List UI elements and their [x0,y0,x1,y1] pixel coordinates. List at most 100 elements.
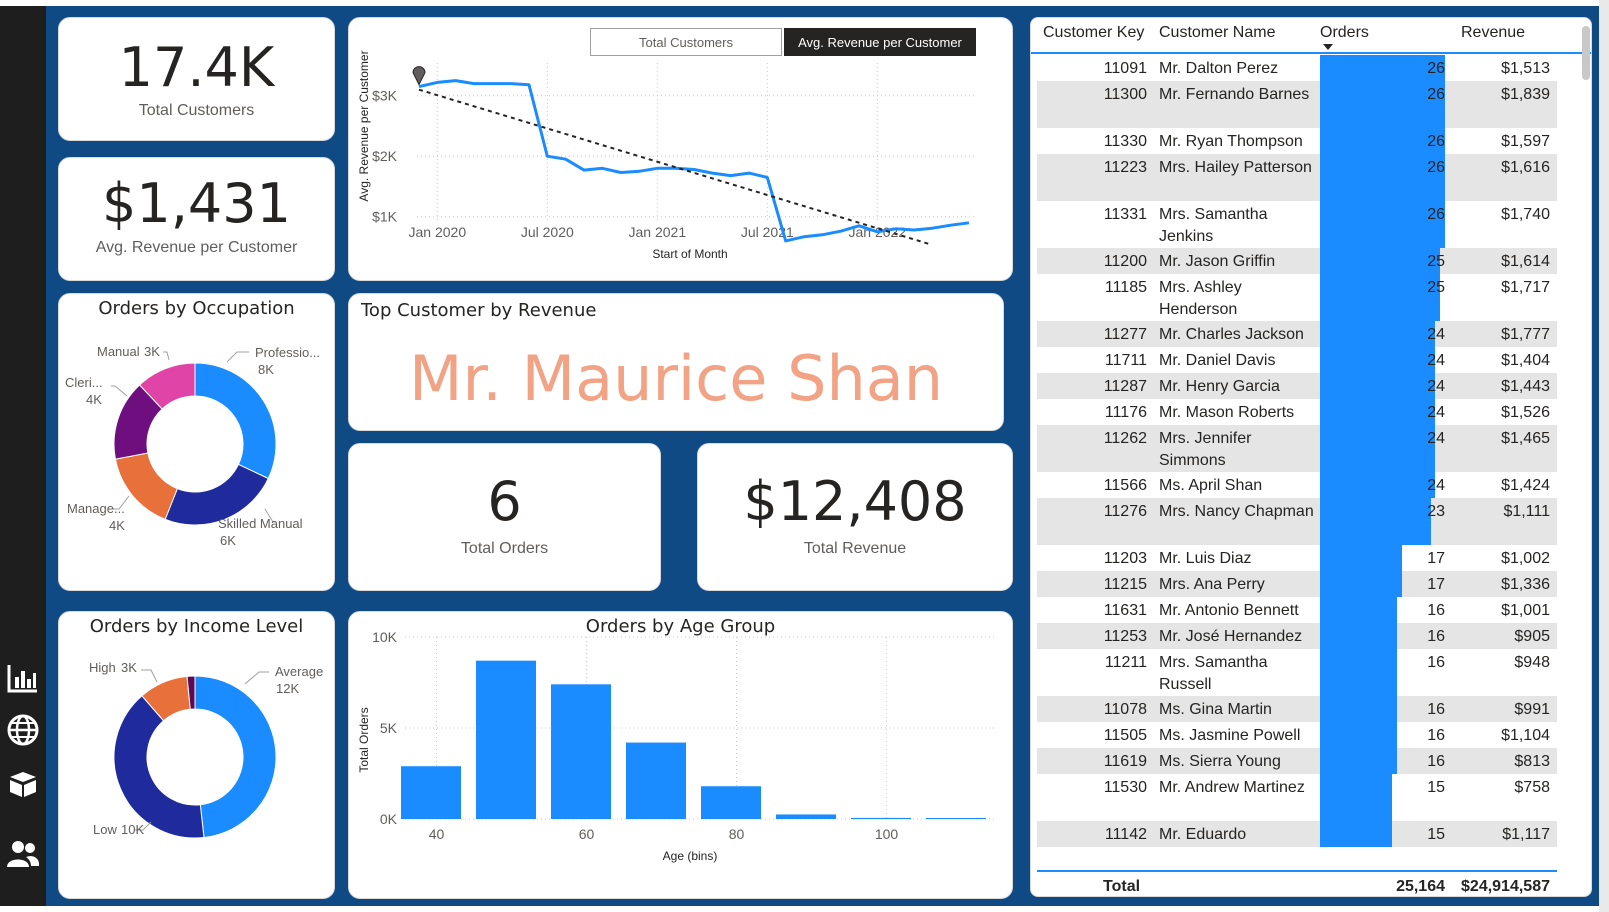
table-row[interactable]: 11530 Mr. Andrew Martinez 15 $758 [1037,774,1557,821]
customer-key-cell: 11078 [1103,701,1147,718]
table-row[interactable]: 11200 Mr. Jason Griffin 25 $1,614 [1037,248,1557,274]
footer-revenue-total: $24,914,587 [1461,878,1550,895]
top-customer-title: Top Customer by Revenue [361,300,597,321]
slice-value: 6K [220,533,236,548]
avg-revenue-value: $1,431 [102,172,291,235]
table-row[interactable]: 11711 Mr. Daniel Davis 24 $1,404 [1037,347,1557,373]
x-tick-label: 80 [729,826,745,842]
total-customers-card[interactable]: 17.4K Total Customers [58,17,335,141]
table-row[interactable]: 11091 Mr. Dalton Perez 26 $1,513 [1037,55,1557,81]
table-row[interactable]: 11211 Mrs. Samantha Russell 16 $948 [1037,649,1557,696]
revenue-cell: $1,614 [1501,253,1550,270]
table-row[interactable]: 11566 Ms. April Shan 24 $1,424 [1037,472,1557,498]
customer-name-cell: Mr. Eduardo [1159,826,1247,843]
donut-slice [194,675,277,839]
orders-cell: 16 [1427,753,1445,770]
age-bar [476,660,536,819]
customer-name-cell: Mr. Antonio Bennett [1159,602,1299,619]
table-row[interactable]: 11505 Ms. Jasmine Powell 16 $1,104 [1037,722,1557,748]
customer-key-cell: 11330 [1103,133,1147,150]
total-orders-card[interactable]: 6 Total Orders [348,443,661,591]
y-axis-title: Avg. Revenue per Customer [357,50,371,201]
orders-cell: 15 [1427,779,1445,796]
age-chart-title: Orders by Age Group [585,616,776,637]
box-icon[interactable] [5,766,41,802]
table-row[interactable]: 11631 Mr. Antonio Bennett 16 $1,001 [1037,597,1557,623]
income-donut-chart[interactable]: Average 12K Low 10K High 3K [59,612,335,899]
table-row[interactable]: 11223 Mrs. Hailey Patterson 26 $1,616 [1037,154,1557,201]
orders-cell: 16 [1427,727,1445,744]
col-revenue[interactable]: Revenue [1461,24,1525,42]
top-strip [0,0,1609,6]
orders-cell: 26 [1427,133,1445,150]
col-orders[interactable]: Orders [1320,24,1369,42]
customer-key-cell: 11200 [1103,253,1147,270]
table-row[interactable]: 11142 Mr. Eduardo 15 $1,117 [1037,821,1557,847]
trend-line [418,88,930,245]
total-revenue-card[interactable]: $12,408 Total Revenue [697,443,1013,591]
customer-key-cell: 11631 [1103,602,1147,619]
table-row[interactable]: 11215 Mrs. Ana Perry 17 $1,336 [1037,571,1557,597]
age-bar [701,786,761,819]
slice-value: 3K [144,344,160,359]
top-customer-name: Mr. Maurice Shan [408,342,944,415]
orders-cell: 24 [1427,477,1445,494]
revenue-trend-card[interactable]: Total Customers Avg. Revenue per Custome… [348,17,1013,281]
table-row[interactable]: 11300 Mr. Fernando Barnes 26 $1,839 [1037,81,1557,128]
right-strip [1599,0,1609,912]
y-tick-label: $2K [372,148,398,164]
orders-cell: 24 [1427,378,1445,395]
revenue-cell: $1,104 [1501,727,1550,744]
customer-name-cell: Mr. Mason Roberts [1159,404,1295,421]
orders-by-income-card[interactable]: Orders by Income Level Average 12K Low 10K H… [58,611,335,899]
toggle-avg-revenue[interactable]: Avg. Revenue per Customer [784,28,976,56]
leader-line [141,669,158,683]
x-tick-label: Jan 2021 [629,224,687,240]
sort-desc-icon[interactable] [1323,44,1333,50]
table-row[interactable]: 11277 Mr. Charles Jackson 24 $1,777 [1037,321,1557,347]
avg-revenue-card[interactable]: $1,431 Avg. Revenue per Customer [58,157,335,281]
top-customer-card[interactable]: Top Customer by Revenue Mr. Maurice Shan [348,293,1004,431]
customer-name-cell: Mr. Andrew Martinez [1159,779,1305,796]
col-customer-name[interactable]: Customer Name [1159,24,1275,42]
occupation-donut-chart[interactable]: Professio... 8K Skilled Manual 6K Manage... 4… [59,294,335,591]
table-row[interactable]: 11276 Mrs. Nancy Chapman 23 $1,111 [1037,498,1557,545]
table-row[interactable]: 11176 Mr. Mason Roberts 24 $1,526 [1037,399,1557,425]
customer-name-cell: Ms. Gina Martin [1159,701,1272,718]
orders-cell: 16 [1427,628,1445,645]
revenue-cell: $758 [1514,779,1550,796]
side-nav [0,6,46,906]
customer-table-card[interactable]: Customer Key Customer Name Orders Revenu… [1030,17,1592,897]
table-row[interactable]: 11253 Mr. José Hernandez 16 $905 [1037,623,1557,649]
revenue-cell: $1,717 [1501,279,1550,296]
table-row[interactable]: 11078 Ms. Gina Martin 16 $991 [1037,696,1557,722]
customer-name-cell: Mr. Fernando Barnes [1159,86,1310,103]
users-icon[interactable] [5,836,41,872]
table-row[interactable]: 11619 Ms. Sierra Young 16 $813 [1037,748,1557,774]
customer-key-cell: 11091 [1103,60,1147,77]
bar-chart-icon[interactable] [5,660,41,696]
table-row[interactable]: 11203 Mr. Luis Diaz 17 $1,002 [1037,545,1557,571]
globe-icon[interactable] [5,712,41,748]
avg-revenue-line-chart[interactable]: $1K$2K$3KJan 2020 Jul 2020 Jan 2021 Jul 202… [349,18,1013,281]
toggle-total-customers[interactable]: Total Customers [590,28,782,56]
age-bar-chart[interactable]: 0K5K10K40 60 80 100Age (bins)Total Orders [349,612,1013,899]
orders-by-occupation-card[interactable]: Orders by Occupation Professio... 8K Skill… [58,293,335,591]
table-row[interactable]: 11262 Mrs. Jennifer Simmons 24 $1,465 [1037,425,1557,472]
customer-key-cell: 11331 [1103,206,1147,223]
table-body: 11091 Mr. Dalton Perez 26 $1,513 11300 Mr. Fe… [1037,55,1557,871]
table-row[interactable]: 11185 Mrs. Ashley Henderson 25 $1,717 [1037,274,1557,321]
slice-label: Manual [97,344,140,359]
age-bar [776,814,836,819]
col-customer-key[interactable]: Customer Key [1043,24,1144,42]
leader-line [226,351,249,363]
table-row[interactable]: 11287 Mr. Henry Garcia 24 $1,443 [1037,373,1557,399]
table-row[interactable]: 11330 Mr. Ryan Thompson 26 $1,597 [1037,128,1557,154]
table-scrollbar[interactable] [1582,26,1590,80]
slice-value: 12K [276,681,299,696]
orders-by-age-card[interactable]: Orders by Age Group 0K 5K 10K 40 60 80 100 Age … [348,611,1013,899]
table-row[interactable]: 11331 Mrs. Samantha Jenkins 26 $1,740 [1037,201,1557,248]
occupation-chart-title: Orders by Occupation [98,298,295,319]
total-revenue-label: Total Revenue [803,540,907,557]
revenue-cell: $1,336 [1501,576,1550,593]
